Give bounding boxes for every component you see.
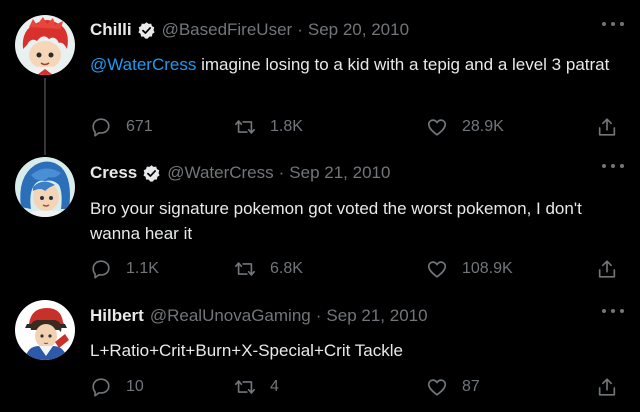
- heart-icon: [427, 379, 447, 396]
- thread-line: [44, 146, 46, 155]
- tweet-text: L+Ratio+Crit+Burn+X-Special+Crit Tackle: [90, 338, 620, 363]
- tweet-body: imagine losing to a kid with a tepig and…: [196, 55, 610, 74]
- handle[interactable]: @RealUnovaGaming: [150, 306, 311, 326]
- retweet-icon: [235, 120, 255, 134]
- share-button[interactable]: [596, 256, 618, 282]
- retweet-button[interactable]: 6.8K: [234, 256, 303, 282]
- tweet-body: L+Ratio+Crit+Burn+X-Special+Crit Tackle: [90, 341, 403, 360]
- tweet-header: Chilli @BasedFireUser · Sep 20, 2010: [90, 18, 409, 42]
- avatar[interactable]: [15, 157, 75, 217]
- avatar-chilli-icon: [15, 15, 75, 75]
- verified-badge-icon: [143, 164, 160, 182]
- reply-count: 671: [126, 118, 153, 135]
- avatar[interactable]: [15, 15, 75, 75]
- like-count: 108.9K: [462, 260, 513, 277]
- tweet-date[interactable]: Sep 21, 2010: [289, 163, 390, 183]
- reply-count: 1.1K: [126, 260, 159, 277]
- thread-line: [44, 78, 46, 146]
- tweet-date[interactable]: Sep 21, 2010: [326, 306, 427, 326]
- retweet-count: 1.8K: [270, 118, 303, 135]
- like-button[interactable]: 108.9K: [426, 256, 513, 282]
- retweet-count: 4: [270, 378, 279, 395]
- share-icon: [598, 378, 616, 396]
- share-icon: [598, 118, 616, 136]
- heart-icon: [427, 119, 447, 136]
- tweet-header: Cress @WaterCress · Sep 21, 2010: [90, 161, 390, 185]
- separator: ·: [297, 20, 303, 39]
- retweet-icon: [235, 262, 255, 276]
- share-icon: [598, 260, 616, 278]
- separator: ·: [315, 306, 322, 325]
- like-count: 87: [462, 378, 480, 395]
- tweet-text: Bro your signature pokemon got voted the…: [90, 196, 620, 246]
- retweet-button[interactable]: 4: [234, 374, 279, 400]
- display-name[interactable]: Cress: [90, 163, 137, 183]
- tweet-body: Bro your signature pokemon got voted the…: [90, 199, 582, 243]
- avatar[interactable]: [15, 300, 75, 360]
- display-name[interactable]: Chilli: [90, 20, 132, 40]
- tweet[interactable]: Cress @WaterCress · Sep 21, 2010 Bro you…: [0, 146, 640, 288]
- heart-icon: [427, 261, 447, 278]
- like-button[interactable]: 28.9K: [426, 114, 504, 140]
- avatar-cress-icon: [15, 157, 75, 217]
- tweet-header: Hilbert @RealUnovaGaming · Sep 21, 2010: [90, 304, 428, 328]
- verified-badge-icon: [137, 21, 155, 39]
- avatar-hilbert-icon: [15, 300, 75, 360]
- share-button[interactable]: [596, 114, 618, 140]
- reply-icon: [92, 118, 110, 137]
- retweet-icon: [235, 380, 255, 394]
- retweet-button[interactable]: 1.8K: [234, 114, 303, 140]
- tweet-actions: 1.1K 6.8K 108.9K: [90, 256, 630, 282]
- mention-link[interactable]: @WaterCress: [90, 55, 196, 74]
- tweet-date[interactable]: Sep 20, 2010: [308, 20, 409, 40]
- reply-button[interactable]: 671: [90, 114, 153, 140]
- share-button[interactable]: [596, 374, 618, 400]
- like-button[interactable]: 87: [426, 374, 480, 400]
- more-options-icon[interactable]: [602, 16, 624, 32]
- tweet[interactable]: Chilli @BasedFireUser · Sep 20, 2010 @Wa…: [0, 0, 640, 146]
- display-name[interactable]: Hilbert: [90, 306, 144, 326]
- reply-count: 10: [126, 378, 144, 395]
- separator: ·: [278, 163, 285, 182]
- reply-button[interactable]: 10: [90, 374, 144, 400]
- handle[interactable]: @WaterCress: [167, 163, 273, 183]
- tweet-actions: 10 4 87: [90, 374, 630, 400]
- retweet-count: 6.8K: [270, 260, 303, 277]
- handle[interactable]: @BasedFireUser: [162, 20, 293, 40]
- reply-icon: [92, 260, 110, 279]
- tweet-actions: 671 1.8K 28.9K: [90, 114, 630, 140]
- tweet-text: @WaterCress imagine losing to a kid with…: [90, 52, 620, 77]
- more-options-icon[interactable]: [602, 303, 624, 319]
- tweet[interactable]: Hilbert @RealUnovaGaming · Sep 21, 2010 …: [0, 288, 640, 412]
- reply-button[interactable]: 1.1K: [90, 256, 159, 282]
- reply-icon: [92, 378, 110, 397]
- more-options-icon[interactable]: [602, 158, 624, 174]
- like-count: 28.9K: [462, 118, 504, 135]
